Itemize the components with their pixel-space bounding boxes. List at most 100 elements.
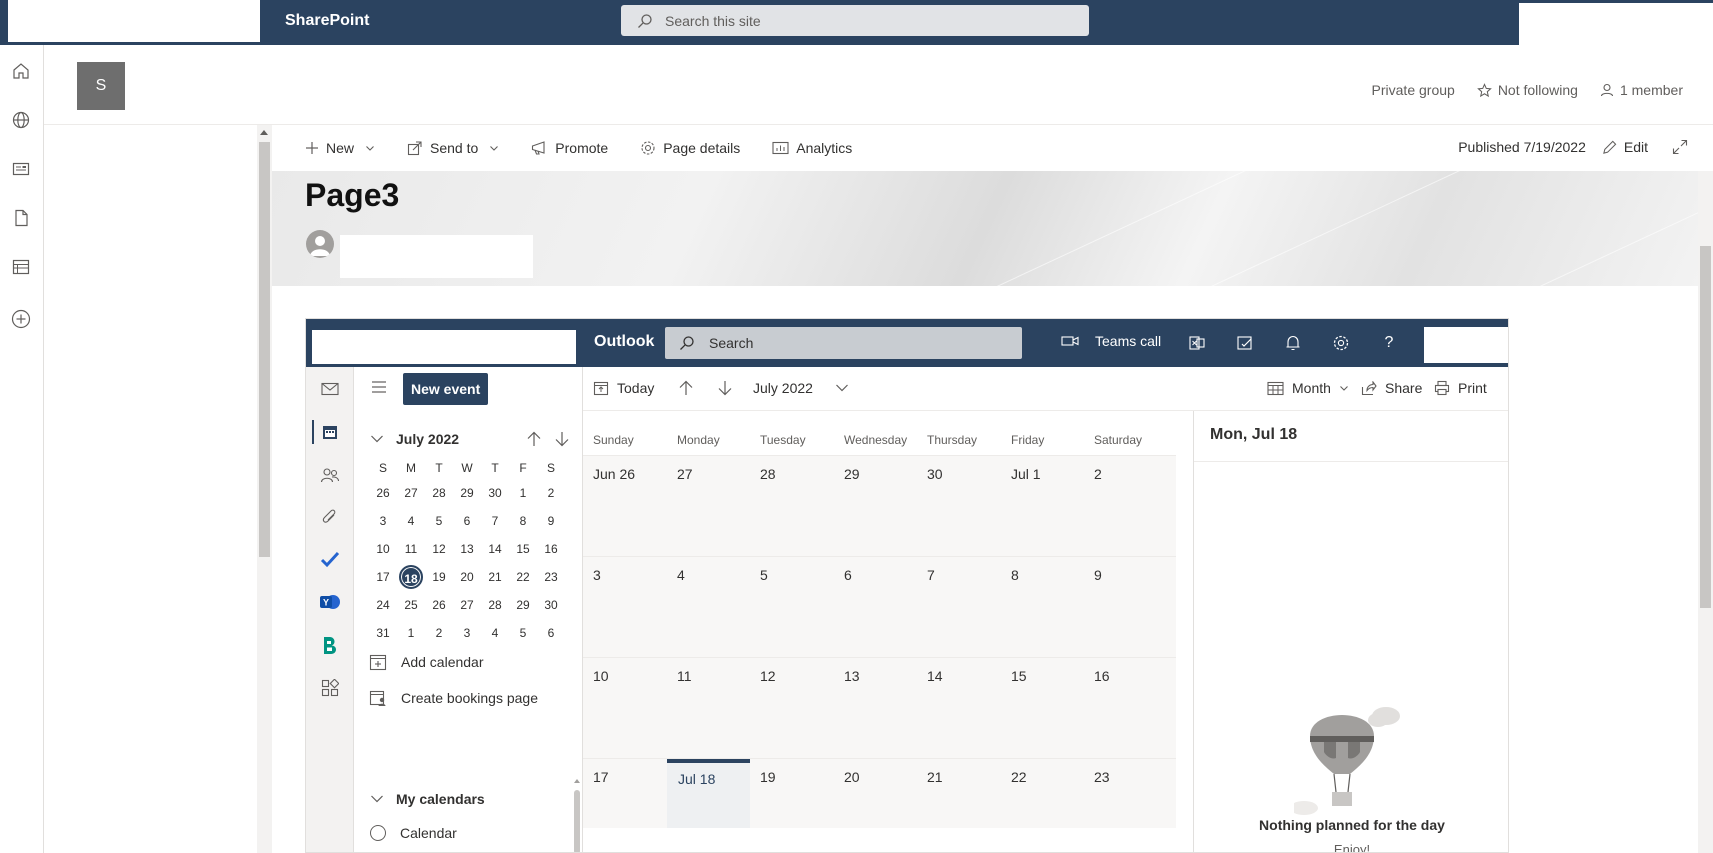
calendar-day-cell[interactable]: 17: [593, 769, 609, 785]
scrollbar-thumb[interactable]: [1700, 246, 1711, 608]
calendar-day-cell[interactable]: 10: [593, 668, 609, 684]
mini-calendar-day[interactable]: 6: [537, 619, 565, 647]
page-details-button[interactable]: Page details: [640, 140, 740, 156]
calendar-day-cell[interactable]: Jun 26: [593, 466, 635, 482]
mini-calendar-day[interactable]: 5: [509, 619, 537, 647]
mini-calendar-month[interactable]: July 2022: [396, 431, 459, 447]
mini-calendar-day[interactable]: 27: [453, 591, 481, 619]
calendar-day-cell[interactable]: 27: [677, 466, 693, 482]
mini-calendar-day[interactable]: 22: [509, 563, 537, 591]
author-avatar[interactable]: [306, 230, 334, 258]
bell-icon[interactable]: [1282, 332, 1304, 354]
mini-calendar-day[interactable]: 29: [453, 479, 481, 507]
edit-button[interactable]: Edit: [1602, 139, 1648, 155]
settings-gear-icon[interactable]: [1330, 332, 1352, 354]
previous-arrow-icon[interactable]: [678, 380, 694, 396]
mini-calendar-day[interactable]: 12: [425, 535, 453, 563]
calendar-day-cell[interactable]: 14: [927, 668, 943, 684]
add-calendar-button[interactable]: Add calendar: [369, 653, 484, 671]
calendar-day-cell[interactable]: 30: [927, 466, 943, 482]
hamburger-menu-icon[interactable]: [371, 380, 387, 394]
calendar-day-cell[interactable]: 2: [1094, 466, 1102, 482]
mini-calendar-day[interactable]: 18: [397, 563, 425, 591]
mini-calendar-day[interactable]: 24: [369, 591, 397, 619]
help-icon[interactable]: ?: [1378, 332, 1400, 354]
calendar-day-cell[interactable]: 23: [1094, 769, 1110, 785]
today-button[interactable]: Today: [593, 380, 654, 396]
mini-calendar-day[interactable]: 23: [537, 563, 565, 591]
todo-check-icon[interactable]: [318, 547, 342, 571]
calendar-day-cell[interactable]: 3: [593, 567, 601, 583]
people-icon[interactable]: [318, 463, 342, 487]
document-icon[interactable]: [10, 207, 32, 229]
new-event-button[interactable]: New event: [403, 373, 489, 405]
mini-calendar-day[interactable]: 15: [509, 535, 537, 563]
calendar-day-cell[interactable]: 22: [1011, 769, 1027, 785]
arrow-up-icon[interactable]: [526, 431, 542, 447]
mini-calendar-day[interactable]: 11: [397, 535, 425, 563]
calendar-day-cell[interactable]: 7: [927, 567, 935, 583]
yammer-icon[interactable]: Y: [318, 590, 342, 614]
chevron-down-icon[interactable]: [370, 434, 384, 444]
mini-calendar-day[interactable]: 19: [425, 563, 453, 591]
mini-calendar-day[interactable]: 27: [397, 479, 425, 507]
mini-calendar-day[interactable]: 26: [369, 479, 397, 507]
mini-calendar-day[interactable]: 17: [369, 563, 397, 591]
mini-calendar-day[interactable]: 30: [537, 591, 565, 619]
mini-calendar-day[interactable]: 30: [481, 479, 509, 507]
today-cell[interactable]: Jul 18: [667, 759, 750, 828]
mini-calendar-day[interactable]: 25: [397, 591, 425, 619]
outlook-search-box[interactable]: Search: [665, 327, 1022, 359]
list-icon[interactable]: [10, 256, 32, 278]
next-arrow-icon[interactable]: [717, 380, 733, 396]
mini-calendar-day[interactable]: 29: [509, 591, 537, 619]
mini-calendar-day[interactable]: 13: [453, 535, 481, 563]
my-day-icon[interactable]: [1234, 332, 1256, 354]
calendar-day-cell[interactable]: 19: [760, 769, 776, 785]
month-picker-button[interactable]: July 2022: [753, 380, 849, 396]
mini-calendar-day[interactable]: 9: [537, 507, 565, 535]
calendar-day-cell[interactable]: 28: [760, 466, 776, 482]
my-calendars-group[interactable]: My calendars: [370, 791, 485, 807]
calendar-list-item[interactable]: Calendar: [370, 825, 457, 841]
follow-button[interactable]: Not following: [1476, 82, 1578, 98]
expand-icon[interactable]: [1672, 139, 1688, 155]
create-bookings-page-button[interactable]: Create bookings page: [369, 689, 538, 707]
new-button[interactable]: New: [305, 140, 375, 156]
create-add-icon[interactable]: [10, 308, 32, 330]
calendar-day-cell[interactable]: 9: [1094, 567, 1102, 583]
home-icon[interactable]: [10, 60, 32, 82]
attachment-icon[interactable]: [318, 505, 342, 529]
mini-calendar-day[interactable]: 20: [453, 563, 481, 591]
calendar-day-cell[interactable]: Jul 1: [1011, 466, 1041, 482]
mini-calendar-day[interactable]: 4: [397, 507, 425, 535]
more-apps-icon[interactable]: [318, 676, 342, 700]
calendar-icon[interactable]: [318, 420, 342, 444]
view-switcher-button[interactable]: Month: [1267, 380, 1349, 396]
bookings-icon[interactable]: [318, 633, 342, 657]
mini-calendar-day[interactable]: 8: [509, 507, 537, 535]
pane-scrollbar-thumb[interactable]: [574, 790, 580, 852]
mini-calendar-day[interactable]: 28: [425, 479, 453, 507]
left-nav-scrollbar[interactable]: [257, 125, 272, 853]
calendar-day-cell[interactable]: 12: [760, 668, 776, 684]
outlook-brand[interactable]: Outlook: [594, 333, 654, 351]
news-icon[interactable]: [10, 158, 32, 180]
mini-calendar-day[interactable]: 5: [425, 507, 453, 535]
share-button[interactable]: Share: [1361, 380, 1422, 396]
mini-calendar-day[interactable]: 26: [425, 591, 453, 619]
mini-calendar-day[interactable]: 10: [369, 535, 397, 563]
calendar-toggle-circle-icon[interactable]: [370, 825, 386, 841]
promote-button[interactable]: Promote: [531, 140, 608, 156]
mini-calendar-day[interactable]: 6: [453, 507, 481, 535]
calendar-day-cell[interactable]: 15: [1011, 668, 1027, 684]
members-button[interactable]: 1 member: [1600, 82, 1683, 98]
scrollbar-thumb[interactable]: [259, 142, 270, 557]
calendar-day-cell[interactable]: 6: [844, 567, 852, 583]
mini-calendar-day[interactable]: 2: [425, 619, 453, 647]
analytics-button[interactable]: Analytics: [772, 140, 852, 156]
mini-calendar-day[interactable]: 1: [397, 619, 425, 647]
teams-call-button[interactable]: Teams call: [1061, 333, 1161, 349]
site-logo[interactable]: S: [77, 62, 125, 110]
office-icon[interactable]: [1186, 332, 1208, 354]
